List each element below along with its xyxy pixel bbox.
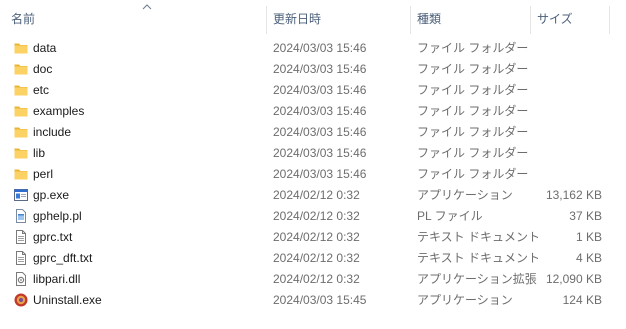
file-date: 2024/02/12 0:32 [273, 188, 360, 202]
sort-ascending-icon [142, 4, 152, 10]
folder-icon [13, 166, 29, 182]
file-date: 2024/03/03 15:46 [273, 146, 367, 160]
file-name: gprc.txt [33, 230, 73, 244]
file-type: ファイル フォルダー [417, 83, 529, 97]
file-type: ファイル フォルダー [417, 62, 529, 76]
folder-icon [13, 61, 29, 77]
file-date: 2024/02/12 0:32 [273, 251, 360, 265]
file-size: 4 KB [575, 251, 602, 265]
file-type: アプリケーション [417, 293, 513, 307]
file-row[interactable]: gp.exe 2024/02/12 0:32 アプリケーション 13,162 KB [0, 185, 626, 206]
file-row[interactable]: data 2024/03/03 15:46 ファイル フォルダー [0, 38, 626, 59]
column-header-name[interactable]: 名前 [11, 0, 269, 37]
file-date: 2024/03/03 15:46 [273, 62, 367, 76]
column-header-date[interactable]: 更新日時 [273, 0, 407, 37]
file-row[interactable]: etc 2024/03/03 15:46 ファイル フォルダー [0, 80, 626, 101]
file-date: 2024/02/12 0:32 [273, 209, 360, 223]
file-type: アプリケーション拡張 [417, 272, 537, 286]
file-row[interactable]: Uninstall.exe 2024/03/03 15:45 アプリケーション 124… [0, 290, 626, 311]
exe-icon [13, 187, 29, 203]
file-name: libpari.dll [33, 272, 81, 286]
file-name: gprc_dft.txt [33, 251, 93, 265]
file-size: 12,090 KB [545, 272, 602, 286]
file-date: 2024/03/03 15:46 [273, 167, 367, 181]
text-file-icon [13, 229, 29, 245]
file-name: include [33, 125, 72, 139]
file-date: 2024/03/03 15:46 [273, 104, 367, 118]
file-type: ファイル フォルダー [417, 167, 529, 181]
file-size: 124 KB [562, 293, 602, 307]
column-header-name-label: 名前 [11, 12, 36, 26]
file-name: perl [33, 167, 54, 181]
folder-icon [13, 124, 29, 140]
file-name: doc [33, 62, 53, 76]
column-divider[interactable] [410, 6, 411, 34]
file-row[interactable]: examples 2024/03/03 15:46 ファイル フォルダー [0, 101, 626, 122]
column-header-size[interactable]: サイズ [537, 0, 607, 37]
file-row[interactable]: doc 2024/03/03 15:46 ファイル フォルダー [0, 59, 626, 80]
file-row[interactable]: gprc.txt 2024/02/12 0:32 テキスト ドキュメント 1 KB [0, 227, 626, 248]
file-row[interactable]: libpari.dll 2024/02/12 0:32 アプリケーション拡張 12,0… [0, 269, 626, 290]
folder-icon [13, 82, 29, 98]
file-type: PL ファイル [417, 209, 483, 223]
uninstall-icon [13, 292, 29, 308]
file-name: lib [33, 146, 46, 160]
file-date: 2024/02/12 0:32 [273, 230, 360, 244]
file-type: テキスト ドキュメント [417, 251, 540, 265]
file-date: 2024/03/03 15:46 [273, 125, 367, 139]
file-name: data [33, 41, 57, 55]
folder-icon [13, 145, 29, 161]
file-name: etc [33, 83, 50, 97]
file-date: 2024/03/03 15:46 [273, 83, 367, 97]
file-row[interactable]: perl 2024/03/03 15:46 ファイル フォルダー [0, 164, 626, 185]
column-header-date-label: 更新日時 [273, 12, 322, 26]
dll-icon [13, 271, 29, 287]
file-name: Uninstall.exe [33, 293, 102, 307]
file-type: ファイル フォルダー [417, 41, 529, 55]
column-divider[interactable] [266, 6, 267, 34]
file-date: 2024/03/03 15:45 [273, 293, 367, 307]
folder-icon [13, 40, 29, 56]
file-date: 2024/03/03 15:46 [273, 41, 367, 55]
file-type: テキスト ドキュメント [417, 230, 540, 244]
file-row[interactable]: gprc_dft.txt 2024/02/12 0:32 テキスト ドキュメント 4 … [0, 248, 626, 269]
file-name: gp.exe [33, 188, 70, 202]
file-type: アプリケーション [417, 188, 513, 202]
file-row[interactable]: include 2024/03/03 15:46 ファイル フォルダー [0, 122, 626, 143]
file-size: 1 KB [575, 230, 602, 244]
file-name: examples [33, 104, 85, 118]
file-size: 37 KB [569, 209, 602, 223]
file-type: ファイル フォルダー [417, 146, 529, 160]
folder-icon [13, 103, 29, 119]
column-header-type-label: 種類 [417, 12, 442, 26]
file-size: 13,162 KB [545, 188, 602, 202]
file-row[interactable]: lib 2024/03/03 15:46 ファイル フォルダー [0, 143, 626, 164]
column-header-type[interactable]: 種類 [417, 0, 527, 37]
file-date: 2024/02/12 0:32 [273, 272, 360, 286]
column-header-size-label: サイズ [537, 12, 573, 26]
script-file-icon [13, 208, 29, 224]
file-name: gphelp.pl [33, 209, 82, 223]
column-divider[interactable] [609, 6, 610, 34]
column-header-bar: 名前 更新日時 種類 サイズ [0, 0, 626, 37]
file-type: ファイル フォルダー [417, 104, 529, 118]
text-file-icon [13, 250, 29, 266]
file-row[interactable]: gphelp.pl 2024/02/12 0:32 PL ファイル 37 KB [0, 206, 626, 227]
file-type: ファイル フォルダー [417, 125, 529, 139]
file-list-view: 名前 更新日時 種類 サイズ data 2024/03/03 15:46 ファイル … [0, 0, 626, 329]
column-divider[interactable] [530, 6, 531, 34]
